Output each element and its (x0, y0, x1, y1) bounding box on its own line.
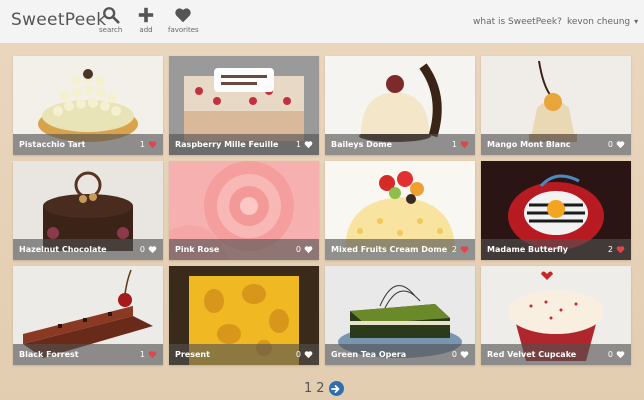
like-counter[interactable]: 1 (140, 140, 157, 149)
card-caption: Pistacchio Tart 1 (13, 134, 163, 155)
dessert-name: Madame Butterfly (487, 245, 568, 254)
heart-icon (616, 141, 625, 149)
heart-icon (148, 246, 157, 254)
card-caption: Madame Butterfly 2 (481, 239, 631, 260)
dessert-card[interactable]: Pistacchio Tart 1 (13, 56, 163, 155)
like-counter[interactable]: 0 (608, 350, 625, 359)
like-count: 0 (451, 350, 457, 359)
card-caption: Pink Rose 0 (169, 239, 319, 260)
dessert-card[interactable]: Madame Butterfly 2 (481, 161, 631, 260)
like-counter[interactable]: 0 (296, 350, 313, 359)
dessert-card[interactable]: Black Forrest 1 (13, 266, 163, 365)
like-count: 1 (451, 140, 457, 149)
like-count: 1 (295, 140, 301, 149)
heart-icon (616, 246, 625, 254)
dessert-card[interactable]: Green Tea Opera 0 (325, 266, 475, 365)
favorites-label: favorites (168, 26, 199, 34)
dessert-name: Baileys Dome (331, 140, 393, 149)
add-label: add (139, 26, 153, 34)
plus-icon (138, 7, 154, 23)
favorites-button[interactable]: favorites (168, 6, 199, 34)
like-counter[interactable]: 1 (296, 140, 313, 149)
add-button[interactable]: add (137, 6, 155, 34)
like-counter[interactable]: 0 (296, 245, 313, 254)
heart-icon (304, 351, 313, 359)
like-count: 2 (451, 245, 457, 254)
search-icon (102, 7, 120, 24)
heart-icon (460, 351, 469, 359)
like-counter[interactable]: 0 (140, 245, 157, 254)
user-menu[interactable]: kevon cheung ▾ (567, 17, 638, 27)
dessert-card[interactable]: Hazelnut Chocolate 0 (13, 161, 163, 260)
heart-icon (616, 351, 625, 359)
card-caption: Mango Mont Blanc 0 (481, 134, 631, 155)
arrow-right-icon (331, 384, 340, 393)
about-link[interactable]: what is SweetPeek? (473, 17, 562, 27)
dessert-name: Pistacchio Tart (19, 140, 86, 149)
dessert-name: Red Velvet Cupcake (487, 350, 577, 359)
user-name: kevon cheung (567, 17, 631, 27)
like-counter[interactable]: 2 (452, 245, 469, 254)
heart-icon (148, 351, 157, 359)
search-label: search (99, 26, 123, 34)
page-2-link[interactable]: 2 (316, 381, 324, 396)
like-counter[interactable]: 0 (452, 350, 469, 359)
heart-icon (304, 141, 313, 149)
chevron-down-icon: ▾ (634, 17, 639, 26)
card-caption: Raspberry Mille Feuille 1 (169, 134, 319, 155)
like-count: 2 (607, 245, 613, 254)
like-count: 0 (295, 245, 301, 254)
dessert-name: Mango Mont Blanc (487, 140, 571, 149)
pagination: 1 2 (304, 381, 344, 396)
next-page-button[interactable] (328, 381, 344, 396)
top-navbar: SweetPeek search add favorites what is S… (0, 0, 644, 44)
like-count: 0 (139, 245, 145, 254)
dessert-card[interactable]: Baileys Dome 1 (325, 56, 475, 155)
dessert-name: Hazelnut Chocolate (19, 245, 107, 254)
heart-icon (460, 246, 469, 254)
dessert-card[interactable]: Raspberry Mille Feuille 1 (169, 56, 319, 155)
dessert-name: Black Forrest (19, 350, 79, 359)
like-counter[interactable]: 2 (608, 245, 625, 254)
brand-logo[interactable]: SweetPeek (11, 10, 106, 30)
like-counter[interactable]: 1 (140, 350, 157, 359)
heart-icon (304, 246, 313, 254)
card-caption: Present 0 (169, 344, 319, 365)
heart-icon (460, 141, 469, 149)
dessert-card[interactable]: Red Velvet Cupcake 0 (481, 266, 631, 365)
dessert-name: Pink Rose (175, 245, 220, 254)
card-caption: Baileys Dome 1 (325, 134, 475, 155)
like-count: 0 (295, 350, 301, 359)
dessert-name: Present (175, 350, 210, 359)
dessert-name: Mixed Fruits Cream Dome (331, 245, 448, 254)
dessert-name: Raspberry Mille Feuille (175, 140, 279, 149)
heart-icon (148, 141, 157, 149)
heart-icon (175, 8, 192, 23)
like-counter[interactable]: 1 (452, 140, 469, 149)
card-caption: Hazelnut Chocolate 0 (13, 239, 163, 260)
search-button[interactable]: search (99, 6, 122, 34)
card-caption: Mixed Fruits Cream Dome 2 (325, 239, 475, 260)
dessert-name: Green Tea Opera (331, 350, 407, 359)
dessert-card[interactable]: Mixed Fruits Cream Dome 2 (325, 161, 475, 260)
like-count: 1 (139, 350, 145, 359)
card-caption: Green Tea Opera 0 (325, 344, 475, 365)
page-1-link[interactable]: 1 (304, 381, 312, 396)
like-counter[interactable]: 0 (608, 140, 625, 149)
card-caption: Black Forrest 1 (13, 344, 163, 365)
like-count: 0 (607, 140, 613, 149)
card-caption: Red Velvet Cupcake 0 (481, 344, 631, 365)
like-count: 1 (139, 140, 145, 149)
dessert-card[interactable]: Pink Rose 0 (169, 161, 319, 260)
dessert-card[interactable]: Mango Mont Blanc 0 (481, 56, 631, 155)
dessert-card[interactable]: Present 0 (169, 266, 319, 365)
like-count: 0 (607, 350, 613, 359)
